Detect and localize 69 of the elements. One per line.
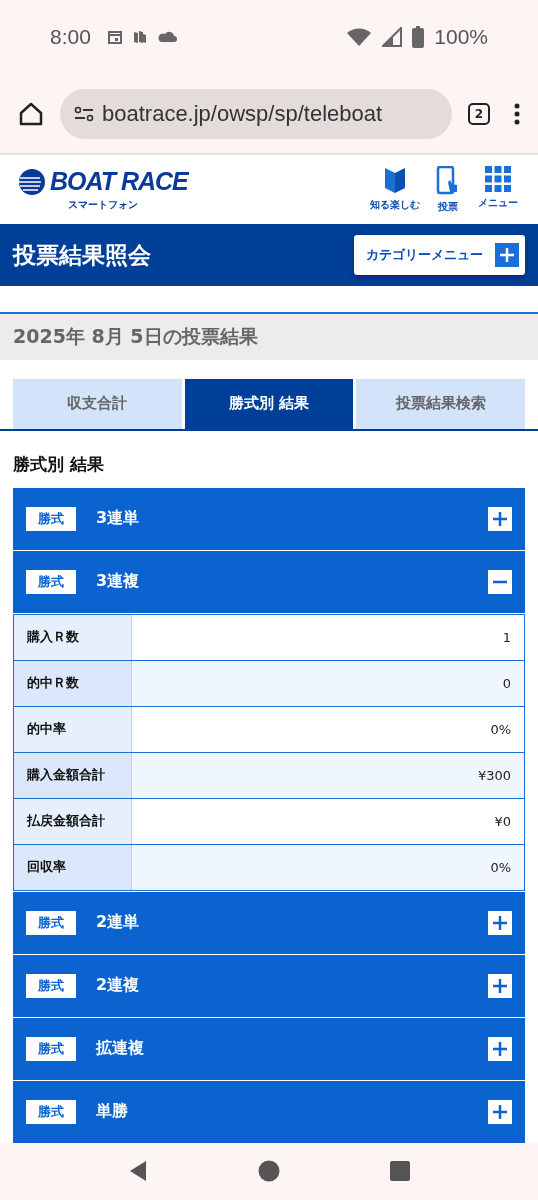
plus-icon[interactable] [488,506,512,531]
accordion-header[interactable]: 勝式 単勝 [13,1080,525,1143]
row-label: 的中率 [14,706,132,752]
nav-link[interactable]: 投票 [426,165,470,214]
bet-type-name: 3連単 [96,508,141,530]
more-options-icon[interactable] [514,102,520,125]
tab-switcher-button[interactable]: 2 [468,102,490,125]
home-button-icon[interactable] [258,1160,280,1183]
calendar-icon [106,29,123,45]
logo-icon [18,167,46,196]
site-settings-icon[interactable] [74,105,94,122]
bet-type-name: 拡連複 [96,1038,145,1060]
battery-icon [412,26,425,48]
bet-type-name: 2連複 [96,975,141,997]
bet-type-badge: 勝式 [26,1099,76,1124]
beginner-mark-icon [384,165,406,194]
recents-icon[interactable] [390,1161,410,1182]
section-title: 勝式別 結果 [12,452,105,476]
cloud-icon [156,30,177,44]
row-value: 0 [501,674,512,693]
signal-icon [382,27,403,47]
plus-icon [495,243,519,268]
tab[interactable]: 勝式別 結果 [184,378,354,429]
home-icon[interactable] [18,100,44,127]
date-heading: 2025年 8月 5日の投票結果 [0,312,538,360]
plus-icon[interactable] [488,1099,512,1124]
nav-link[interactable]: 知る楽しむ [370,165,420,214]
row-label: 回収率 [14,844,132,890]
minus-icon[interactable] [488,569,512,594]
bet-type-badge: 勝式 [26,910,76,935]
logo-text[interactable]: BOAT RACE [50,167,188,197]
accordion-header[interactable]: 勝式 2連複 [13,954,525,1017]
bet-type-badge: 勝式 [26,506,76,531]
app-notification-icon [132,29,147,45]
battery-level: 100% [434,25,488,49]
bet-type-name: 3連複 [96,571,141,593]
bet-type-badge: 勝式 [26,973,76,998]
row-value: 0% [489,858,512,877]
row-value: 0% [489,720,512,739]
category-menu-button[interactable]: カテゴリーメニュー [354,235,525,276]
accordion-header[interactable]: 勝式 拡連複 [13,1017,525,1080]
bet-type-name: 2連単 [96,912,141,934]
tab[interactable]: 投票結果検索 [356,378,525,429]
phone-tap-icon [436,165,460,196]
back-icon[interactable] [128,1160,148,1183]
tab[interactable]: 収支合計 [13,378,182,429]
accordion-header[interactable]: 勝式 2連単 [13,891,525,954]
row-value: ¥0 [493,812,512,831]
row-label: 的中Ｒ数 [14,660,132,706]
address-bar[interactable]: boatrace.jp/owsp/sp/teleboat [60,88,452,139]
wifi-icon [346,27,373,47]
accordion-header[interactable]: 勝式 3連複 [13,550,525,613]
plus-icon[interactable] [488,910,512,935]
row-value: ¥300 [476,766,512,785]
accordion-header[interactable]: 勝式 3連単 [13,487,525,550]
bet-type-badge: 勝式 [26,1036,76,1061]
row-value: 1 [501,628,512,647]
plus-icon[interactable] [488,1036,512,1061]
grid-menu-icon [485,165,511,192]
nav-link[interactable]: メニュー [476,165,520,214]
bet-type-badge: 勝式 [26,569,76,594]
plus-icon[interactable] [488,973,512,998]
status-time: 8:00 [50,25,91,49]
row-label: 購入Ｒ数 [14,614,132,660]
bet-type-name: 単勝 [96,1101,129,1123]
page-title: 投票結果照会 [13,240,151,270]
row-label: 購入金額合計 [14,752,132,798]
logo-subtitle: スマートフォン [67,198,138,213]
row-label: 払戻金額合計 [14,798,132,844]
